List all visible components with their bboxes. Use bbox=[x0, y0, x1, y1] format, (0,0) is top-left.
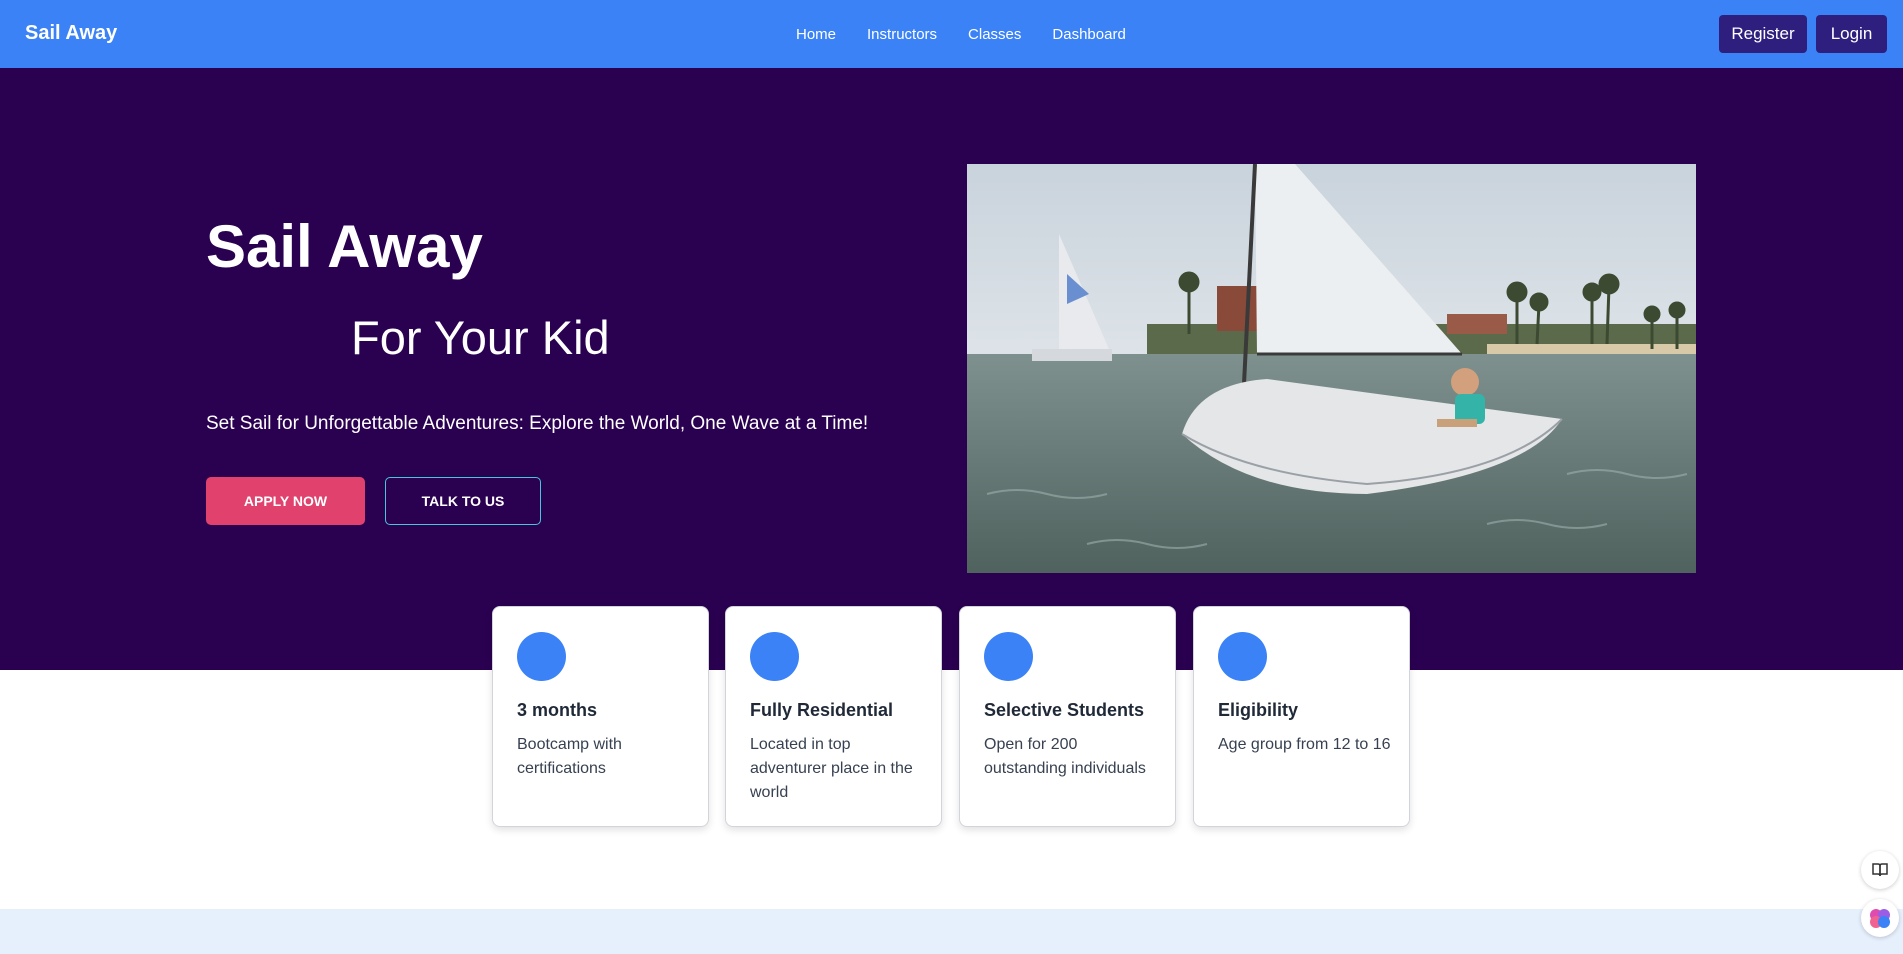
feature-description: Age group from 12 to 16 bbox=[1218, 736, 1391, 753]
nav-link-home[interactable]: Home bbox=[796, 26, 836, 43]
nav-links: Home Instructors Classes Dashboard bbox=[796, 26, 1126, 43]
feature-dot-icon bbox=[517, 632, 566, 681]
feature-description: Located in top adventurer place in the w… bbox=[750, 736, 913, 801]
next-section bbox=[0, 909, 1903, 954]
nav-link-classes[interactable]: Classes bbox=[968, 26, 1021, 43]
feature-card-selective: Selective Students Open for 200 outstand… bbox=[959, 606, 1176, 827]
register-button[interactable]: Register bbox=[1719, 15, 1807, 53]
navbar: Sail Away Home Instructors Classes Dashb… bbox=[0, 0, 1903, 68]
login-button[interactable]: Login bbox=[1816, 15, 1887, 53]
feature-title: Fully Residential bbox=[750, 700, 894, 720]
feature-description: Bootcamp with certifications bbox=[517, 736, 622, 777]
nav-link-instructors[interactable]: Instructors bbox=[867, 26, 937, 43]
hero-tagline: Set Sail for Unforgettable Adventures: E… bbox=[206, 413, 869, 434]
feature-description: Open for 200 outstanding individuals bbox=[984, 736, 1146, 777]
hero-title: Sail Away bbox=[206, 213, 483, 280]
hero-subtitle: For Your Kid bbox=[351, 311, 610, 364]
hero-video[interactable] bbox=[967, 164, 1696, 573]
feature-card-eligibility: Eligibility Age group from 12 to 16 bbox=[1193, 606, 1410, 827]
talk-to-us-button[interactable]: TALK TO US bbox=[385, 477, 541, 525]
feature-card-duration: 3 months Bootcamp with certifications bbox=[492, 606, 709, 827]
book-open-icon[interactable] bbox=[1861, 851, 1899, 889]
sailboat-illustration bbox=[967, 164, 1696, 573]
feature-dot-icon bbox=[750, 632, 799, 681]
feature-card-residential: Fully Residential Located in top adventu… bbox=[725, 606, 942, 827]
nav-link-dashboard[interactable]: Dashboard bbox=[1052, 26, 1125, 43]
brain-icon[interactable] bbox=[1861, 899, 1899, 937]
feature-title: 3 months bbox=[517, 700, 598, 720]
apply-now-button[interactable]: APPLY NOW bbox=[206, 477, 365, 525]
feature-title: Selective Students bbox=[984, 700, 1145, 720]
feature-dot-icon bbox=[1218, 632, 1267, 681]
feature-dot-icon bbox=[984, 632, 1033, 681]
feature-title: Eligibility bbox=[1218, 700, 1299, 720]
brand-logo[interactable]: Sail Away bbox=[25, 22, 117, 45]
